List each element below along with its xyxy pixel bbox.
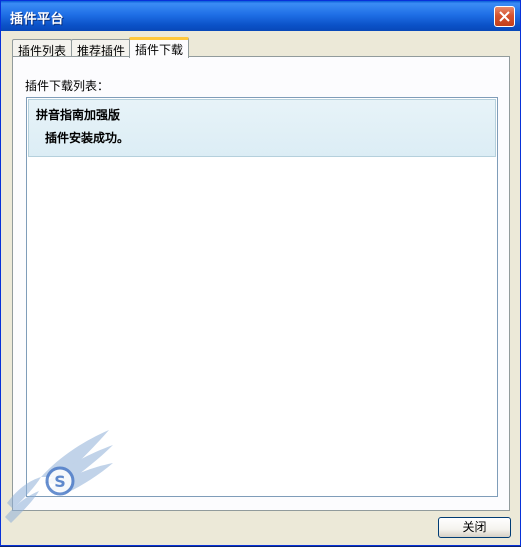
close-icon [499,11,510,22]
plugin-name: 拼音指南加强版 [36,108,121,122]
window-title: 插件平台 [10,12,65,27]
plugin-platform-window: 插件平台 插件列表 推荐插件 插件下载 插件下载列表： 拼音指南加强版 插件安装… [0,0,521,546]
tab-plugin-list[interactable]: 插件列表 [12,39,73,58]
list-item[interactable]: 拼音指南加强版 插件安装成功。 [28,99,496,157]
tab-recommended-plugins[interactable]: 推荐插件 [71,39,132,58]
tab-plugin-download[interactable]: 插件下载 [129,37,190,58]
window-close-button[interactable] [494,6,515,27]
download-list-label: 插件下载列表： [25,79,110,93]
install-status: 插件安装成功。 [45,131,130,145]
tab-label: 插件下载 [135,43,184,57]
watermark-logo: S [5,430,113,523]
close-button[interactable]: 关闭 [438,517,511,538]
close-button-label: 关闭 [462,520,487,534]
svg-text:S: S [54,472,66,491]
title-bar[interactable]: 插件平台 [1,1,520,31]
